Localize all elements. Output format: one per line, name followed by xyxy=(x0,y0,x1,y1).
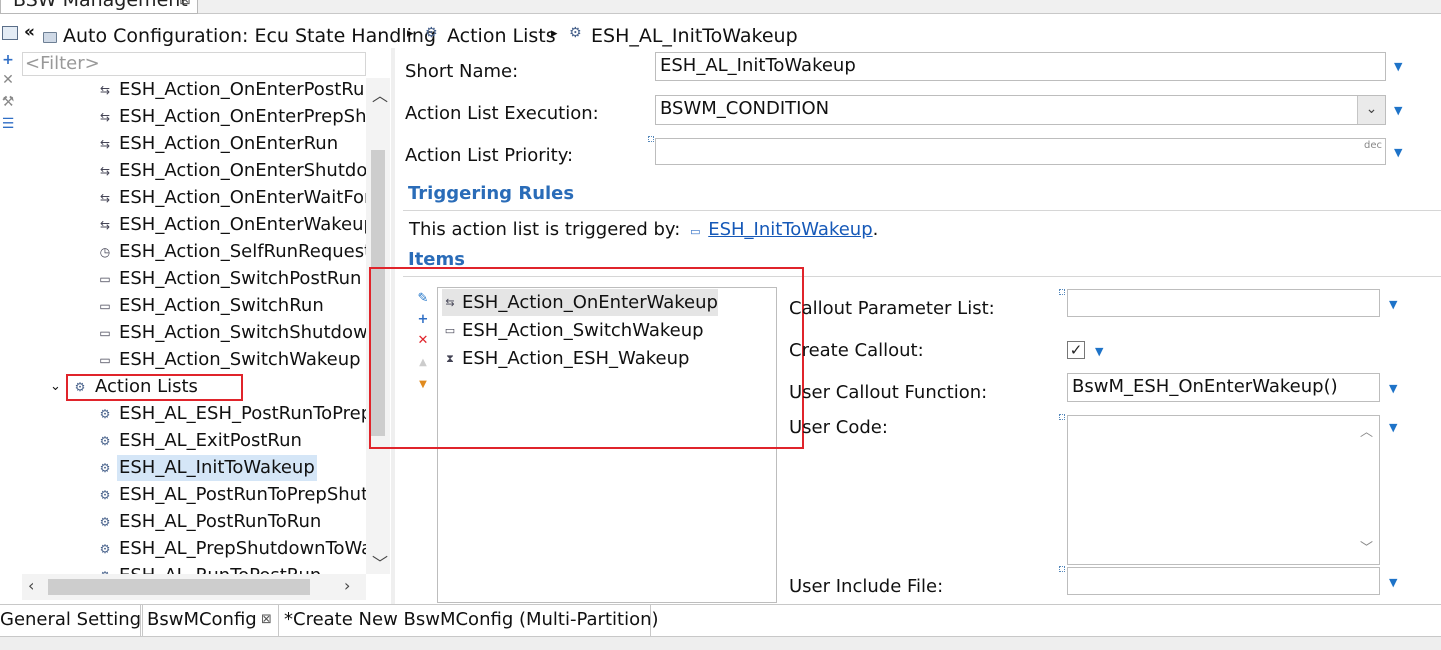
action-icon: ⇆ xyxy=(99,164,111,178)
action-list-icon: ⚙ xyxy=(99,407,111,421)
short-name-field[interactable]: ESH_AL_InitToWakeup xyxy=(655,52,1386,81)
decorator-icon xyxy=(1059,289,1065,295)
scroll-left-icon[interactable]: ‹ xyxy=(28,576,34,595)
priority-field[interactable]: dec xyxy=(655,138,1386,165)
breadcrumb-item-action-lists[interactable]: Action Lists xyxy=(447,25,556,47)
scroll-right-icon[interactable]: › xyxy=(344,576,350,595)
tab-label: *Create New BswMConfig (Multi-Partition) xyxy=(284,609,659,630)
scroll-down-icon[interactable]: ﹀ xyxy=(372,550,388,574)
highlight-action-lists xyxy=(66,374,243,401)
tree-horizontal-scrollbar[interactable]: ‹ › xyxy=(22,574,366,600)
status-bar xyxy=(0,636,1441,650)
action-icon: ⇆ xyxy=(99,218,111,232)
scroll-up-icon[interactable]: ︿ xyxy=(1360,420,1373,446)
remove-all-icon[interactable]: ⚒ xyxy=(1,94,15,110)
scroll-up-icon[interactable]: ︿ xyxy=(372,82,388,106)
breadcrumb-separator-icon: ▸ xyxy=(551,26,558,41)
execution-label: Action List Execution: xyxy=(405,103,599,124)
switch-icon: ▭ xyxy=(99,272,111,286)
decorator-icon xyxy=(1059,414,1065,420)
action-list-icon: ⚙ xyxy=(99,461,111,475)
triggered-by-label: This action list is triggered by: xyxy=(409,219,681,240)
action-icon: ⇆ xyxy=(99,110,111,124)
user-callout-label: User Callout Function: xyxy=(789,382,988,403)
user-include-label: User Include File: xyxy=(789,576,944,597)
chevron-down-icon[interactable]: ⌄ xyxy=(1357,96,1385,124)
tab-general-settings[interactable]: General Settings xyxy=(0,605,151,636)
tree-toolbar: + ✕ ⚒ ☰ xyxy=(0,48,20,148)
rule-icon: ▭ xyxy=(690,225,701,238)
chevron-down-icon[interactable]: ⌄ xyxy=(50,374,61,400)
chevron-down-icon[interactable]: ▼ xyxy=(1389,576,1397,589)
chevron-down-icon[interactable]: ▼ xyxy=(1394,104,1402,117)
tab-label: General Settings xyxy=(0,609,151,630)
tab-label: BswMConfig xyxy=(147,609,257,630)
triggering-rule-link[interactable]: ESH_InitToWakeup xyxy=(708,219,872,240)
action-icon: ⇆ xyxy=(99,83,111,97)
switch-icon: ▭ xyxy=(99,326,111,340)
breadcrumb: « Auto Configuration: Ecu State Handling… xyxy=(0,16,1441,48)
action-list-icon: ⚙ xyxy=(99,542,111,556)
editor-tab-bsw-management[interactable]: BSW Management ⊠ xyxy=(0,0,198,14)
breadcrumb-item-auto-config[interactable]: Auto Configuration: Ecu State Handling xyxy=(63,25,436,47)
create-callout-checkbox[interactable]: ✓ xyxy=(1067,341,1085,359)
chevron-down-icon[interactable]: ▼ xyxy=(1394,60,1402,73)
priority-number-format-hint: dec xyxy=(1364,140,1382,151)
editor-page-tabs: General Settings BswMConfig ⊠ *Create Ne… xyxy=(0,604,1441,636)
delete-icon[interactable]: ✕ xyxy=(1,72,15,88)
tab-bswmconfig[interactable]: BswMConfig ⊠ xyxy=(142,605,279,636)
chevron-down-icon[interactable]: ▼ xyxy=(1394,146,1402,159)
chevron-down-icon[interactable]: ▼ xyxy=(1389,421,1397,434)
action-icon: ⇆ xyxy=(99,137,111,151)
switch-icon: ▭ xyxy=(99,353,111,367)
section-divider xyxy=(403,210,1441,211)
action-list-icon: ⚙ xyxy=(99,488,111,502)
collapse-back-icon[interactable]: « xyxy=(24,22,35,42)
callout-parameter-field[interactable] xyxy=(1067,289,1380,317)
editor-tab-label: BSW Management xyxy=(13,0,188,11)
triggering-rules-title[interactable]: Triggering Rules xyxy=(408,183,574,204)
triggered-by-text: This action list is triggered by: ▭ ESH_… xyxy=(409,219,878,240)
chevron-down-icon[interactable]: ▼ xyxy=(1095,345,1103,358)
execution-select[interactable]: BSWM_CONDITION ⌄ xyxy=(655,95,1386,125)
user-callout-field[interactable]: BswM_ESH_OnEnterWakeup() xyxy=(1067,373,1380,402)
scrollbar-thumb[interactable] xyxy=(48,579,310,595)
sentence-period: . xyxy=(872,219,879,240)
chevron-down-icon[interactable]: ▼ xyxy=(1389,382,1397,395)
chevron-down-icon[interactable]: ▼ xyxy=(1389,298,1397,311)
timer-icon: ◷ xyxy=(99,245,111,259)
decorator-icon xyxy=(1059,566,1065,572)
action-list-icon: ⚙ xyxy=(425,25,438,41)
short-name-label: Short Name: xyxy=(405,61,519,82)
tab-create-new-bswmconfig[interactable]: *Create New BswMConfig (Multi-Partition) xyxy=(280,605,659,636)
create-callout-label: Create Callout: xyxy=(789,340,924,361)
list-view-icon[interactable]: ☰ xyxy=(1,116,15,132)
action-list-icon: ⚙ xyxy=(99,515,111,529)
add-icon[interactable]: + xyxy=(1,52,15,68)
close-tab-icon[interactable]: ⊠ xyxy=(179,0,191,12)
scroll-down-icon[interactable]: ﹀ xyxy=(1360,536,1373,562)
action-icon: ⇆ xyxy=(99,191,111,205)
breadcrumb-item-current[interactable]: ESH_AL_InitToWakeup xyxy=(591,25,798,47)
decorator-icon xyxy=(648,136,654,142)
user-code-textarea[interactable]: ︿ ﹀ xyxy=(1067,415,1380,565)
execution-select-value: BSWM_CONDITION xyxy=(660,98,830,119)
action-list-icon: ⚙ xyxy=(99,434,111,448)
breadcrumb-separator-icon: ▸ xyxy=(407,26,414,41)
configuration-tree: ⇆ ESH_Action_OnEnterPostRun ⇆ ESH_Action_O… xyxy=(22,48,366,602)
user-include-field[interactable] xyxy=(1067,567,1380,595)
highlight-items xyxy=(369,267,804,449)
action-list-icon: ⚙ xyxy=(569,25,582,41)
priority-label: Action List Priority: xyxy=(405,145,574,166)
user-code-label: User Code: xyxy=(789,417,888,438)
editor-tab-strip xyxy=(0,0,1441,14)
close-tab-icon[interactable]: ⊠ xyxy=(261,605,272,635)
callout-parameter-label: Callout Parameter List: xyxy=(789,298,995,319)
switch-icon: ▭ xyxy=(99,299,111,313)
outline-toggle-icon[interactable] xyxy=(2,26,18,40)
folder-icon xyxy=(43,32,57,43)
